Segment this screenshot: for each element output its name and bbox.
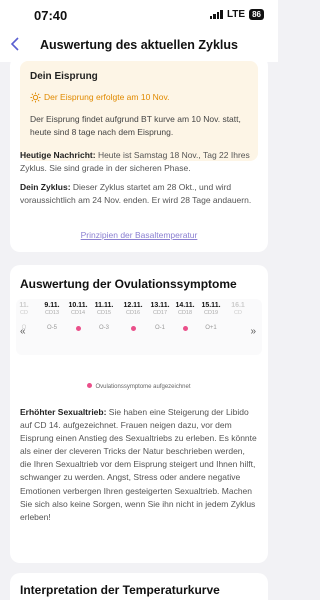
symptom-explanation: Erhöhter Sexualtrieb: Sie haben eine Ste… <box>20 406 258 524</box>
symptom-legend: Ovulationssymptome aufgezeichnet <box>10 383 268 390</box>
day-date: 15.11. <box>201 302 221 309</box>
timeline-day[interactable]: 16.1 CD <box>226 302 250 325</box>
day-ovulation-offset: O+1 <box>205 325 217 331</box>
day-ovulation-offset: O <box>21 325 27 331</box>
symptom-dot <box>75 326 81 331</box>
symptom-explanation-text: Sie haben eine Steigerung der Libido auf… <box>20 407 257 522</box>
status-time: 07:40 <box>34 8 68 23</box>
todays-message: Heutige Nachricht: Heute ist Samstag 18 … <box>20 149 260 175</box>
legend-label: Ovulationssymptome aufgezeichnet <box>95 384 191 390</box>
temperature-title: Interpretation der Temperaturkurve <box>20 583 220 597</box>
day-ovulation-offset: O-1 <box>154 325 165 331</box>
next-days-button[interactable]: » <box>250 326 256 337</box>
symptom-dot <box>182 326 188 331</box>
day-date: 12.11. <box>123 302 143 309</box>
day-ovulation-offset: O-5 <box>46 325 57 331</box>
day-cycle-day: CD <box>234 310 242 316</box>
cycle-info-label: Dein Zyklus: <box>20 182 71 192</box>
day-date: 11.11. <box>94 302 114 309</box>
battery-icon: 86 <box>249 9 264 20</box>
ovulation-badge-text: Der Eisprung erfolgte am 10 Nov. <box>44 92 170 102</box>
sun-icon <box>30 91 41 103</box>
day-cycle-day: CD14 <box>70 310 86 316</box>
bbt-principles-link[interactable]: Prinzipien der Basaltemperatur <box>10 230 268 240</box>
temperature-card: Interpretation der Temperaturkurve <box>10 573 268 600</box>
day-cycle-day: CD17 <box>152 310 168 316</box>
network-label: LTE <box>226 9 246 20</box>
timeline-day[interactable]: 11. CD O <box>16 302 36 331</box>
day-cycle-day: CD18 <box>177 310 193 316</box>
timeline-day[interactable]: 14.11. CD18 <box>173 302 197 331</box>
timeline-day[interactable]: 12.11. CD16 <box>121 302 145 331</box>
ovulation-badge: Der Eisprung erfolgte am 10 Nov. <box>30 89 200 105</box>
ovulation-description: Der Eisprung findet aufgrund BT kurve am… <box>30 114 241 137</box>
day-date: 16.1 <box>231 302 245 309</box>
timeline-day[interactable]: 13.11. CD17 O-1 <box>148 302 172 331</box>
day-cycle-day: CD16 <box>125 310 141 316</box>
day-cycle-day: CD13 <box>44 310 60 316</box>
day-date: 10.11. <box>68 302 88 309</box>
symptom-timeline[interactable]: « » 11. CD O 9.11. CD13 O-5 10.11. CD14 11.11. CD… <box>16 299 262 355</box>
symptom-dot <box>130 326 136 331</box>
day-date: 13.11. <box>150 302 170 309</box>
page-title: Auswertung des aktuellen Zyklus <box>40 38 238 52</box>
day-date: 9.11. <box>44 302 60 309</box>
day-date: 11. <box>19 302 29 309</box>
symptoms-card: Auswertung der Ovulationssymptome « » 11… <box>10 265 268 563</box>
symptom-explanation-label: Erhöhter Sexualtrieb: <box>20 407 107 417</box>
ovulation-box: Dein Eisprung Der Eisprung erfolgte am 1… <box>20 61 258 161</box>
status-bar: 07:40 LTE 86 <box>0 0 278 28</box>
ovulation-title: Dein Eisprung <box>30 71 98 82</box>
cycle-info: Dein Zyklus: Dieser Zyklus startet am 28… <box>20 181 260 207</box>
cycle-summary-card: Dein Eisprung Der Eisprung erfolgte am 1… <box>10 56 268 252</box>
legend-dot <box>87 383 93 388</box>
todays-message-label: Heutige Nachricht: <box>20 150 96 160</box>
day-cycle-day: CD15 <box>96 310 112 316</box>
timeline-day[interactable]: 15.11. CD19 O+1 <box>199 302 223 331</box>
day-cycle-day: CD <box>20 310 28 316</box>
timeline-day[interactable]: 9.11. CD13 O-5 <box>40 302 64 331</box>
timeline-day[interactable]: 10.11. CD14 <box>66 302 90 331</box>
signal-icon <box>209 10 223 19</box>
status-indicators: LTE 86 <box>209 9 264 20</box>
day-date: 14.11. <box>175 302 195 309</box>
day-ovulation-offset: O-3 <box>98 325 109 331</box>
symptoms-title: Auswertung der Ovulationssymptome <box>20 277 237 291</box>
day-cycle-day: CD19 <box>203 310 219 316</box>
timeline-day[interactable]: 11.11. CD15 O-3 <box>92 302 116 331</box>
